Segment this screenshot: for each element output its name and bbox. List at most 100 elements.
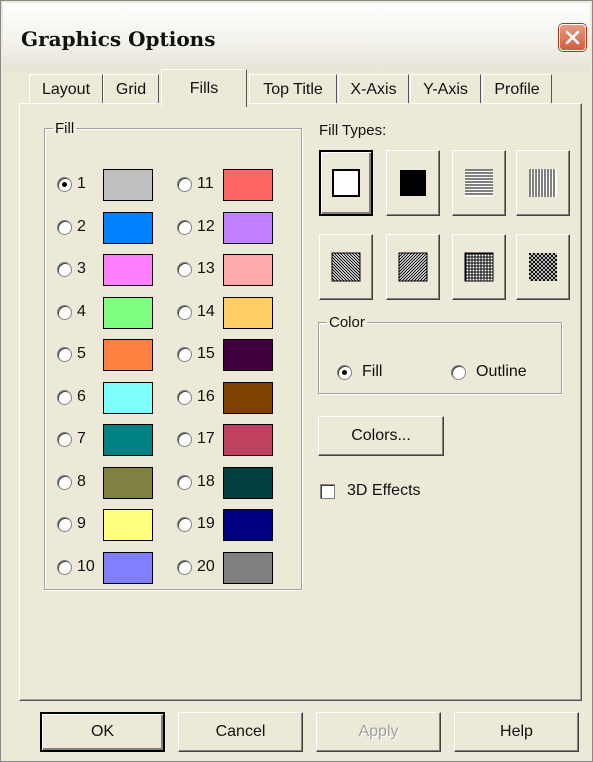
fill-radio-label: 10 — [77, 557, 95, 575]
fill-color-swatch-16[interactable] — [223, 381, 273, 414]
fill-color-swatch-8[interactable] — [103, 466, 153, 499]
horizontal-lines-pattern-icon — [465, 169, 493, 197]
tab-profile[interactable]: Profile — [482, 74, 552, 104]
apply-button[interactable]: Apply — [316, 712, 441, 752]
fill-radio-10[interactable] — [57, 559, 72, 575]
fill-radio-label: 3 — [77, 260, 86, 277]
tab-x-axis[interactable]: X-Axis — [338, 74, 409, 104]
fill-color-swatch-10[interactable] — [103, 551, 153, 584]
fill-radio-label: 11 — [197, 175, 214, 192]
fill-radio-6[interactable] — [57, 389, 72, 405]
fill-type-vertical-lines-button[interactable] — [516, 150, 570, 216]
fill-color-swatch-1[interactable] — [103, 169, 153, 201]
fill-radio-15[interactable] — [177, 347, 192, 362]
fill-radio-11[interactable] — [177, 177, 192, 192]
fill-type-backward-diagonal-button[interactable] — [319, 234, 373, 300]
fill-color-swatch-20[interactable] — [223, 551, 273, 584]
fill-color-swatch-9[interactable] — [103, 509, 153, 541]
hollow-pattern-icon — [332, 169, 360, 197]
color-group: Color Fill Outline — [318, 314, 562, 394]
fill-type-diagonal-cross-button[interactable] — [516, 234, 570, 300]
fill-radio-14[interactable] — [177, 304, 192, 320]
fill-color-swatch-4[interactable] — [103, 296, 153, 329]
fill-radio-label: 14 — [197, 302, 215, 320]
tab-grid[interactable]: Grid — [103, 74, 159, 104]
fill-color-swatch-15[interactable] — [223, 339, 273, 371]
fill-radio-5[interactable] — [57, 347, 72, 362]
backward-diagonal-pattern-icon — [331, 252, 361, 282]
fill-radio-4[interactable] — [57, 304, 72, 320]
fill-color-swatch-19[interactable] — [223, 509, 273, 541]
fill-type-forward-diagonal-button[interactable] — [386, 234, 440, 300]
fill-type-hollow-button[interactable] — [319, 150, 373, 216]
fill-radio-20[interactable] — [177, 559, 192, 575]
tab-fills[interactable]: Fills — [161, 69, 247, 107]
fills-tab-panel: Fill 1 2 3 4 5 6 7 8 9 10 11 12 13 14 15 16 17 18 19 20 Fil… — [19, 103, 582, 701]
fill-radio-label: 7 — [77, 430, 86, 447]
fill-types-label: Fill Types: — [319, 122, 387, 139]
colors-button[interactable]: Colors... — [318, 416, 444, 456]
fill-radio-label: 1 — [77, 175, 86, 192]
cancel-button[interactable]: Cancel — [178, 712, 303, 752]
close-button[interactable] — [559, 24, 586, 51]
close-icon — [565, 30, 580, 45]
fill-color-swatch-11[interactable] — [223, 169, 273, 201]
vertical-lines-pattern-icon — [529, 169, 557, 197]
3d-effects-checkbox[interactable] — [320, 484, 335, 499]
fill-radio-7[interactable] — [57, 432, 72, 447]
fill-radio-label: 20 — [197, 557, 215, 575]
tab-layout[interactable]: Layout — [29, 74, 103, 104]
title-bar[interactable]: Graphics Options — [3, 3, 590, 71]
fill-radio-label: 16 — [197, 387, 215, 405]
fill-radio-16[interactable] — [177, 389, 192, 405]
fill-color-swatch-5[interactable] — [103, 339, 153, 371]
fill-radio-9[interactable] — [57, 517, 72, 532]
fill-type-solid-button[interactable] — [386, 150, 440, 216]
fill-color-swatch-17[interactable] — [223, 424, 273, 456]
fill-radio-19[interactable] — [177, 517, 192, 532]
fill-radio-label: 19 — [197, 515, 215, 532]
ok-button[interactable]: OK — [40, 712, 165, 752]
fill-radio-8[interactable] — [57, 474, 72, 490]
fill-radio-label: 13 — [197, 260, 215, 277]
tab-y-axis[interactable]: Y-Axis — [410, 74, 481, 104]
fill-radio-label: 4 — [77, 302, 86, 320]
fill-radio-2[interactable] — [57, 219, 72, 235]
fill-radio-3[interactable] — [57, 262, 72, 277]
color-fill-radio[interactable] — [337, 365, 352, 380]
fill-radio-label: 9 — [77, 515, 86, 532]
fill-radio-1[interactable] — [57, 177, 72, 192]
fill-color-swatch-18[interactable] — [223, 466, 273, 499]
fill-group: Fill 1 2 3 4 5 6 7 8 9 10 11 12 13 14 15 16 17 18 19 20 — [44, 120, 302, 590]
fill-radio-13[interactable] — [177, 262, 192, 277]
fill-type-horizontal-lines-button[interactable] — [452, 150, 506, 216]
window-title: Graphics Options — [21, 27, 216, 51]
fill-radio-12[interactable] — [177, 219, 192, 235]
fill-radio-label: 17 — [197, 430, 215, 447]
fill-radio-17[interactable] — [177, 432, 192, 447]
fill-radio-label: 12 — [197, 217, 215, 235]
fill-radio-label: 8 — [77, 472, 86, 490]
fill-color-swatch-7[interactable] — [103, 424, 153, 456]
solid-pattern-icon — [400, 170, 426, 196]
diagonal-cross-pattern-icon — [529, 253, 557, 281]
color-outline-radio[interactable] — [451, 365, 466, 380]
color-fill-label: Fill — [362, 363, 383, 380]
color-group-legend: Color — [329, 314, 365, 331]
fill-color-swatch-14[interactable] — [223, 296, 273, 329]
fill-color-swatch-6[interactable] — [103, 381, 153, 414]
fill-type-cross-hatch-button[interactable] — [452, 234, 506, 300]
fill-radio-label: 5 — [77, 345, 86, 362]
fill-color-swatch-3[interactable] — [103, 254, 153, 286]
forward-diagonal-pattern-icon — [398, 252, 428, 282]
3d-effects-label: 3D Effects — [347, 482, 421, 499]
cross-hatch-pattern-icon — [464, 252, 494, 282]
fill-radio-18[interactable] — [177, 474, 192, 490]
help-button[interactable]: Help — [454, 712, 579, 752]
fill-color-swatch-12[interactable] — [223, 211, 273, 244]
fill-radio-label: 2 — [77, 217, 86, 235]
fill-color-swatch-13[interactable] — [223, 254, 273, 286]
tab-top-title[interactable]: Top Title — [249, 74, 337, 104]
fill-color-swatch-2[interactable] — [103, 211, 153, 244]
fill-radio-label: 15 — [197, 345, 215, 362]
